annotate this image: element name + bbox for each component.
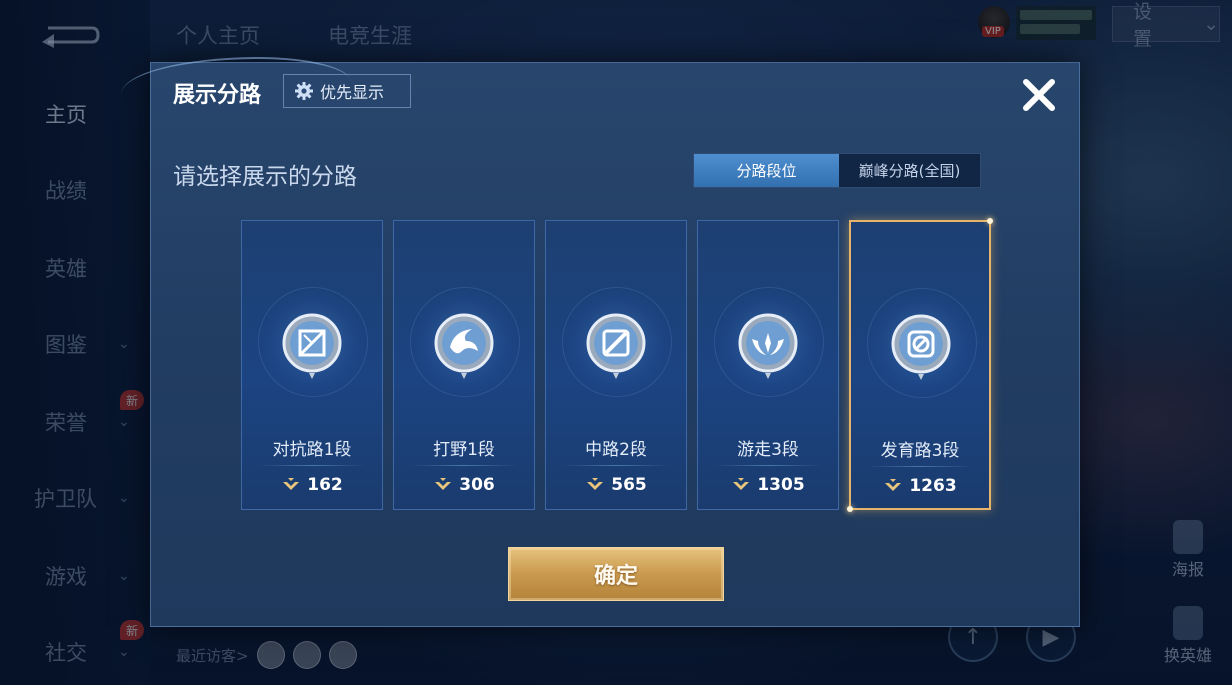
confirm-button[interactable]: 确定 — [508, 547, 724, 601]
modal-title: 展示分路 — [173, 83, 262, 108]
close-icon — [1023, 79, 1055, 111]
rank-points-icon — [733, 478, 750, 490]
rank-type-toggle: 分路段位 巅峰分路(全国) — [693, 153, 981, 188]
lane-rank-label: 中路2段 — [585, 440, 647, 460]
selection-corner-dot — [847, 506, 853, 512]
lane-rank-label: 发育路3段 — [880, 441, 960, 461]
modal-header: 展示分路 优先显示 — [151, 63, 1079, 121]
close-button[interactable] — [1019, 75, 1059, 115]
roam-emblem-icon — [738, 313, 798, 379]
gear-icon — [295, 82, 313, 100]
jungle-emblem-icon — [434, 313, 494, 379]
lane-score: 1305 — [698, 475, 838, 495]
lane-card-jungle[interactable]: 打野1段 306 — [393, 220, 535, 510]
farm-lane-emblem-icon — [891, 314, 951, 380]
lane-rank-label: 打野1段 — [433, 440, 495, 460]
lane-card-mid[interactable]: 中路2段 565 — [545, 220, 687, 510]
modal-subtitle: 请选择展示的分路 — [173, 164, 357, 190]
lane-card-farm[interactable]: 发育路3段 1263 — [847, 218, 993, 512]
lane-score: 565 — [546, 475, 686, 495]
priority-display-button[interactable]: 优先显示 — [283, 74, 411, 108]
lane-score: 306 — [394, 475, 534, 495]
toggle-peak-lane[interactable]: 巅峰分路(全国) — [839, 154, 980, 187]
lane-card-clash[interactable]: 对抗路1段 162 — [241, 220, 383, 510]
lane-card-roam[interactable]: 游走3段 1305 — [697, 220, 839, 510]
rank-points-icon — [885, 479, 902, 491]
toggle-lane-rank[interactable]: 分路段位 — [694, 154, 839, 187]
selection-corner-dot — [987, 218, 993, 224]
rank-points-icon — [587, 478, 604, 490]
lane-rank-label: 游走3段 — [737, 440, 799, 460]
rank-points-icon — [283, 478, 300, 490]
lane-score: 1263 — [851, 476, 989, 496]
lane-display-modal: 展示分路 优先显示 请选择展示的分路 分路段位 巅峰分路(全国) 对抗路1段 1… — [121, 57, 1080, 627]
lane-rank-label: 对抗路1段 — [272, 440, 352, 460]
mid-lane-emblem-icon — [586, 313, 646, 379]
rank-points-icon — [435, 478, 452, 490]
clash-lane-emblem-icon — [282, 313, 342, 379]
lane-score: 162 — [242, 475, 382, 495]
